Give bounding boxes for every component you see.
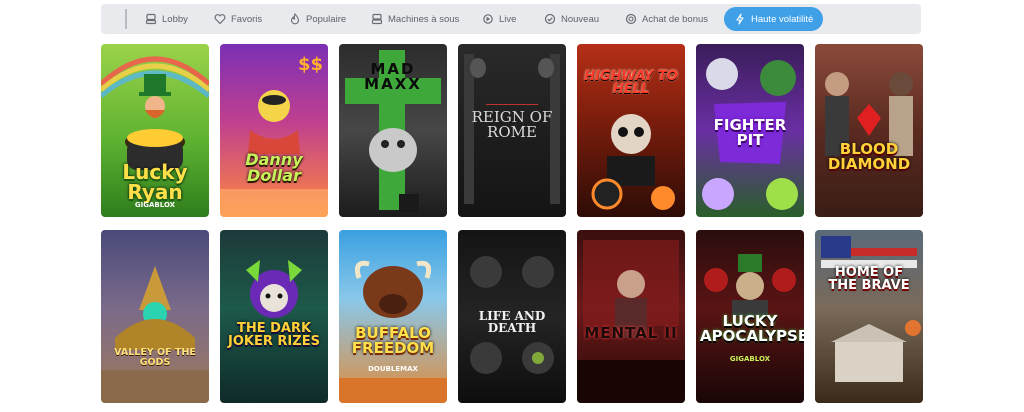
game-title: VALLEY OF THE GODS [114,347,196,368]
nav-item-achat-de-bonus[interactable]: Achat de bonus [625,4,708,34]
game-title: MAD MAXX [364,60,422,93]
slot-machine-icon [371,13,383,25]
nav-label-nouveau: Nouveau [561,13,600,25]
game-art [246,260,302,318]
game-title: Danny Dollar [245,150,303,185]
game-subtitle: DOUBLEMAX [368,365,418,373]
game-tile-danny-dollar[interactable]: $$ Danny Dollar [220,44,328,217]
nav-label-achat-de-bonus: Achat de bonus [642,13,709,25]
lobby-icon [145,13,157,25]
game-tile-fighter-pit[interactable]: FIGHTER PIT [696,44,804,217]
nav-label-live: Live [499,13,517,25]
game-tile-lucky-ryan[interactable]: Lucky Ryan GIGABLOX [101,44,209,217]
game-title: MENTAL II [584,324,678,342]
game-subtitle: GIGABLOX [134,201,176,209]
nav-item-haute-volatilite[interactable]: Haute volatilité [724,7,824,31]
game-art [825,72,913,156]
game-title: LIFE AND DEATH [478,309,546,335]
game-title: BUFFALO FREEDOM [351,324,435,357]
nav-item-favoris[interactable]: Favoris [214,4,262,34]
game-tile-buffalo-freedom[interactable]: BUFFALO FREEDOM DOUBLEMAX [339,230,447,403]
nav-label-lobby: Lobby [162,13,188,25]
nav-item-populaire[interactable]: Populaire [289,4,346,34]
nav-divider [125,9,127,29]
game-art: $$ [220,54,328,217]
game-title: HIGHWAY TO HELL [584,69,678,97]
game-tile-home-of-the-brave[interactable]: HOME OF THE BRAVE [815,230,923,403]
heart-icon [214,13,226,25]
game-tile-life-and-death[interactable]: LIFE AND DEATH [458,230,566,403]
game-subtitle: GIGABLOX [729,355,771,363]
nav-label-populaire: Populaire [306,13,347,25]
nav-item-lobby[interactable]: Lobby [145,4,188,34]
game-art [101,266,209,403]
game-art [577,240,685,403]
game-title: HOME OF THE BRAVE [828,265,910,293]
game-tile-valley-of-the-gods[interactable]: VALLEY OF THE GODS [101,230,209,403]
lightning-icon [734,13,746,25]
nav-item-machines-a-sous[interactable]: Machines à sous [371,4,459,34]
nav-label-haute-volatilite: Haute volatilité [751,13,814,25]
game-title: BLOOD DIAMOND [827,140,911,173]
game-tile-mental-ii[interactable]: MENTAL II [577,230,685,403]
live-icon [482,13,494,25]
game-art [821,236,921,382]
game-title: FIGHTER PIT [713,116,787,149]
game-title: THE DARK JOKER RIZES [228,321,320,349]
game-tile-reign-of-rome[interactable]: REIGN OF ROME [458,44,566,217]
svg-text:$$: $$ [298,54,323,75]
nav-label-machines-a-sous: Machines à sous [388,13,460,25]
nav-label-favoris: Favoris [231,13,263,25]
game-tile-lucky-apocalypse[interactable]: LUCKY APOCALYPSE GIGABLOX [696,230,804,403]
game-title: LUCKY APOCALYPSE [700,312,804,345]
game-title: REIGN OF ROME [471,108,553,141]
nav-item-nouveau[interactable]: Nouveau [544,4,599,34]
flame-icon [289,13,301,25]
game-tile-the-dark-joker-rizes[interactable]: THE DARK JOKER RIZES [220,230,328,403]
bonus-coin-icon [625,13,637,25]
game-tile-mad-maxx[interactable]: MAD MAXX [339,44,447,217]
game-art [339,260,447,403]
nav-item-live[interactable]: Live [482,4,516,34]
game-title: Lucky Ryan [122,160,188,204]
check-badge-icon [544,13,556,25]
game-tile-highway-to-hell[interactable]: HIGHWAY TO HELL [577,44,685,217]
game-tile-blood-diamond[interactable]: BLOOD DIAMOND [815,44,923,217]
category-nav-bar: Lobby Favoris Populaire Machines à sous … [101,4,921,34]
